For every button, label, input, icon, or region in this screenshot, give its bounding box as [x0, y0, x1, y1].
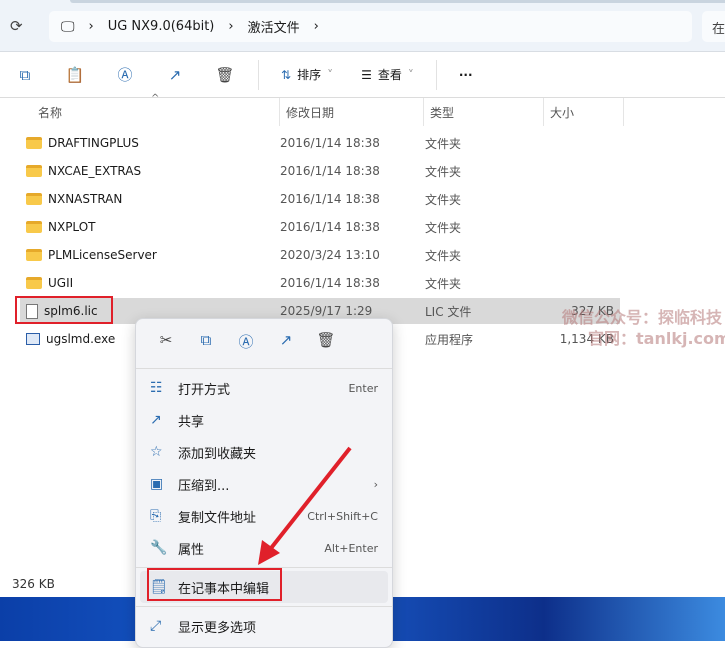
red-arrow [258, 446, 352, 565]
